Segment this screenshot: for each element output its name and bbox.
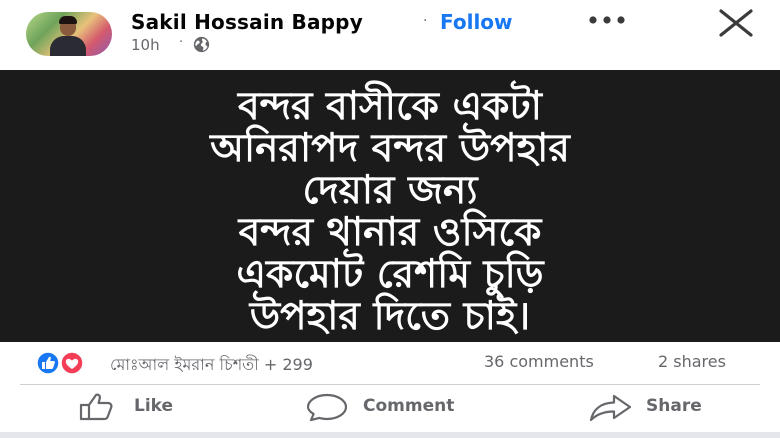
comment-icon <box>306 393 348 422</box>
like-button[interactable]: Like <box>78 392 188 422</box>
like-reaction-icon <box>36 351 60 375</box>
comments-count[interactable]: 36 comments <box>484 352 594 371</box>
time-separator: · <box>179 35 184 50</box>
post-bottom-separator <box>0 432 780 438</box>
header-separator: · <box>423 13 428 29</box>
image-text-line: অনিরাপদ বন্দর উপহার <box>210 126 570 171</box>
thumbs-up-icon <box>79 393 113 421</box>
reaction-icons[interactable] <box>30 351 102 375</box>
comment-button[interactable]: Comment <box>305 392 485 422</box>
like-label: Like <box>134 396 174 416</box>
image-text-line: একমোট রেশমি চুড়ি <box>236 252 544 297</box>
close-icon[interactable] <box>717 8 755 38</box>
avatar-shirt <box>50 36 86 56</box>
globe-icon <box>193 36 210 53</box>
post-image-text: বন্দর বাসীকে একটা অনিরাপদ বন্দর উপহার দে… <box>0 86 780 338</box>
avatar-hair <box>59 16 77 24</box>
reactors-summary[interactable]: মোঃআল ইমরান চিশতী + 299 <box>110 352 313 379</box>
image-text-line: বন্দর বাসীকে একটা <box>237 84 542 129</box>
image-text-line: দেয়ার জন্য <box>302 168 478 213</box>
image-text-line: বন্দর থানার ওসিকে <box>238 210 542 255</box>
post-timestamp[interactable]: 10h <box>131 36 160 54</box>
post-image[interactable]: বন্দর বাসীকে একটা অনিরাপদ বন্দর উপহার দে… <box>0 70 780 342</box>
shares-count[interactable]: 2 shares <box>658 352 726 371</box>
follow-button[interactable]: Follow <box>440 10 513 34</box>
share-arrow-icon <box>589 394 632 422</box>
author-avatar[interactable] <box>26 12 112 56</box>
author-name[interactable]: Sakil Hossain Bappy <box>131 10 363 34</box>
more-options-icon[interactable] <box>586 10 628 30</box>
share-label: Share <box>646 396 702 416</box>
comment-label: Comment <box>363 396 455 416</box>
love-reaction-icon <box>60 351 84 375</box>
post-header <box>0 0 780 70</box>
image-text-line: উপহার দিতে চাই। <box>249 294 531 339</box>
share-button[interactable]: Share <box>588 392 728 422</box>
actions-divider <box>20 384 760 385</box>
